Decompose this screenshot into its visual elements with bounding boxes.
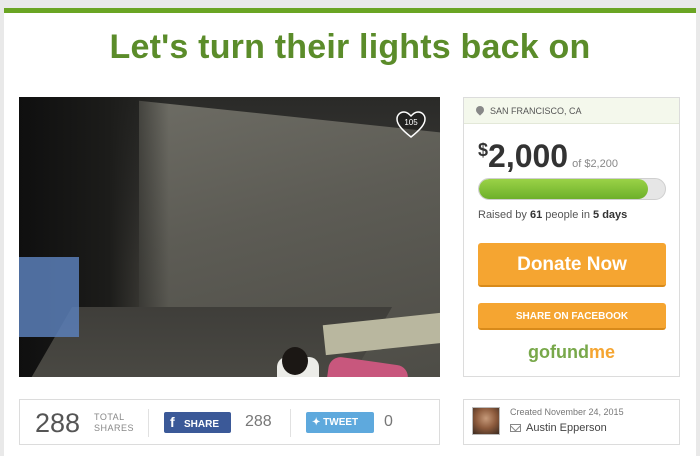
share-on-facebook-button[interactable]: SHARE ON FACEBOOK: [478, 303, 666, 330]
raised-amount: 2,000: [488, 138, 569, 174]
creator-info: Created November 24, 2015 Austin Epperso…: [463, 399, 680, 445]
twitter-bird-icon: ✦: [312, 417, 321, 428]
creator-name: Austin Epperson: [526, 422, 607, 434]
created-date: Created November 24, 2015: [510, 407, 624, 417]
campaign-photo[interactable]: 105: [19, 97, 440, 377]
days-count: 5 days: [593, 209, 628, 221]
total-shares-label: TOTAL SHARES: [94, 412, 135, 433]
facebook-icon: f: [170, 414, 175, 430]
progress-bar: [478, 178, 666, 200]
goal-text: of $2,200: [572, 158, 618, 170]
donation-panel: SAN FRANCISCO, CA $ 2,000 of $2,200 Rais…: [463, 97, 680, 377]
progress-fill: [479, 179, 649, 199]
location-pin-icon: [476, 106, 484, 116]
facebook-share-button[interactable]: f SHARE: [164, 412, 231, 433]
location-text: SAN FRANCISCO, CA: [490, 105, 582, 116]
raised-summary: Raised by 61 people in 5 days: [478, 209, 628, 221]
campaign-title: Let's turn their lights back on: [109, 28, 591, 66]
gofundme-logo[interactable]: gofundme: [464, 342, 679, 363]
creator-contact[interactable]: Austin Epperson: [510, 422, 607, 434]
avatar[interactable]: [472, 407, 500, 435]
divider: [148, 409, 149, 437]
tweet-count: 0: [384, 413, 393, 430]
share-bar: 288 TOTAL SHARES f SHARE 288 ✦ TWEET 0: [19, 399, 440, 445]
tweet-button[interactable]: ✦ TWEET: [306, 412, 374, 433]
people-count: 61: [529, 209, 543, 221]
total-shares-count: 288: [35, 408, 81, 438]
location-bar: SAN FRANCISCO, CA: [464, 98, 679, 124]
heart-count: 105: [404, 118, 418, 127]
donate-now-button[interactable]: Donate Now: [478, 243, 666, 287]
divider: [290, 409, 291, 437]
amount-raised: $ 2,000 of $2,200: [478, 138, 618, 174]
currency-symbol: $: [478, 140, 489, 160]
facebook-share-count: 288: [245, 413, 272, 430]
mail-icon: [510, 424, 521, 432]
